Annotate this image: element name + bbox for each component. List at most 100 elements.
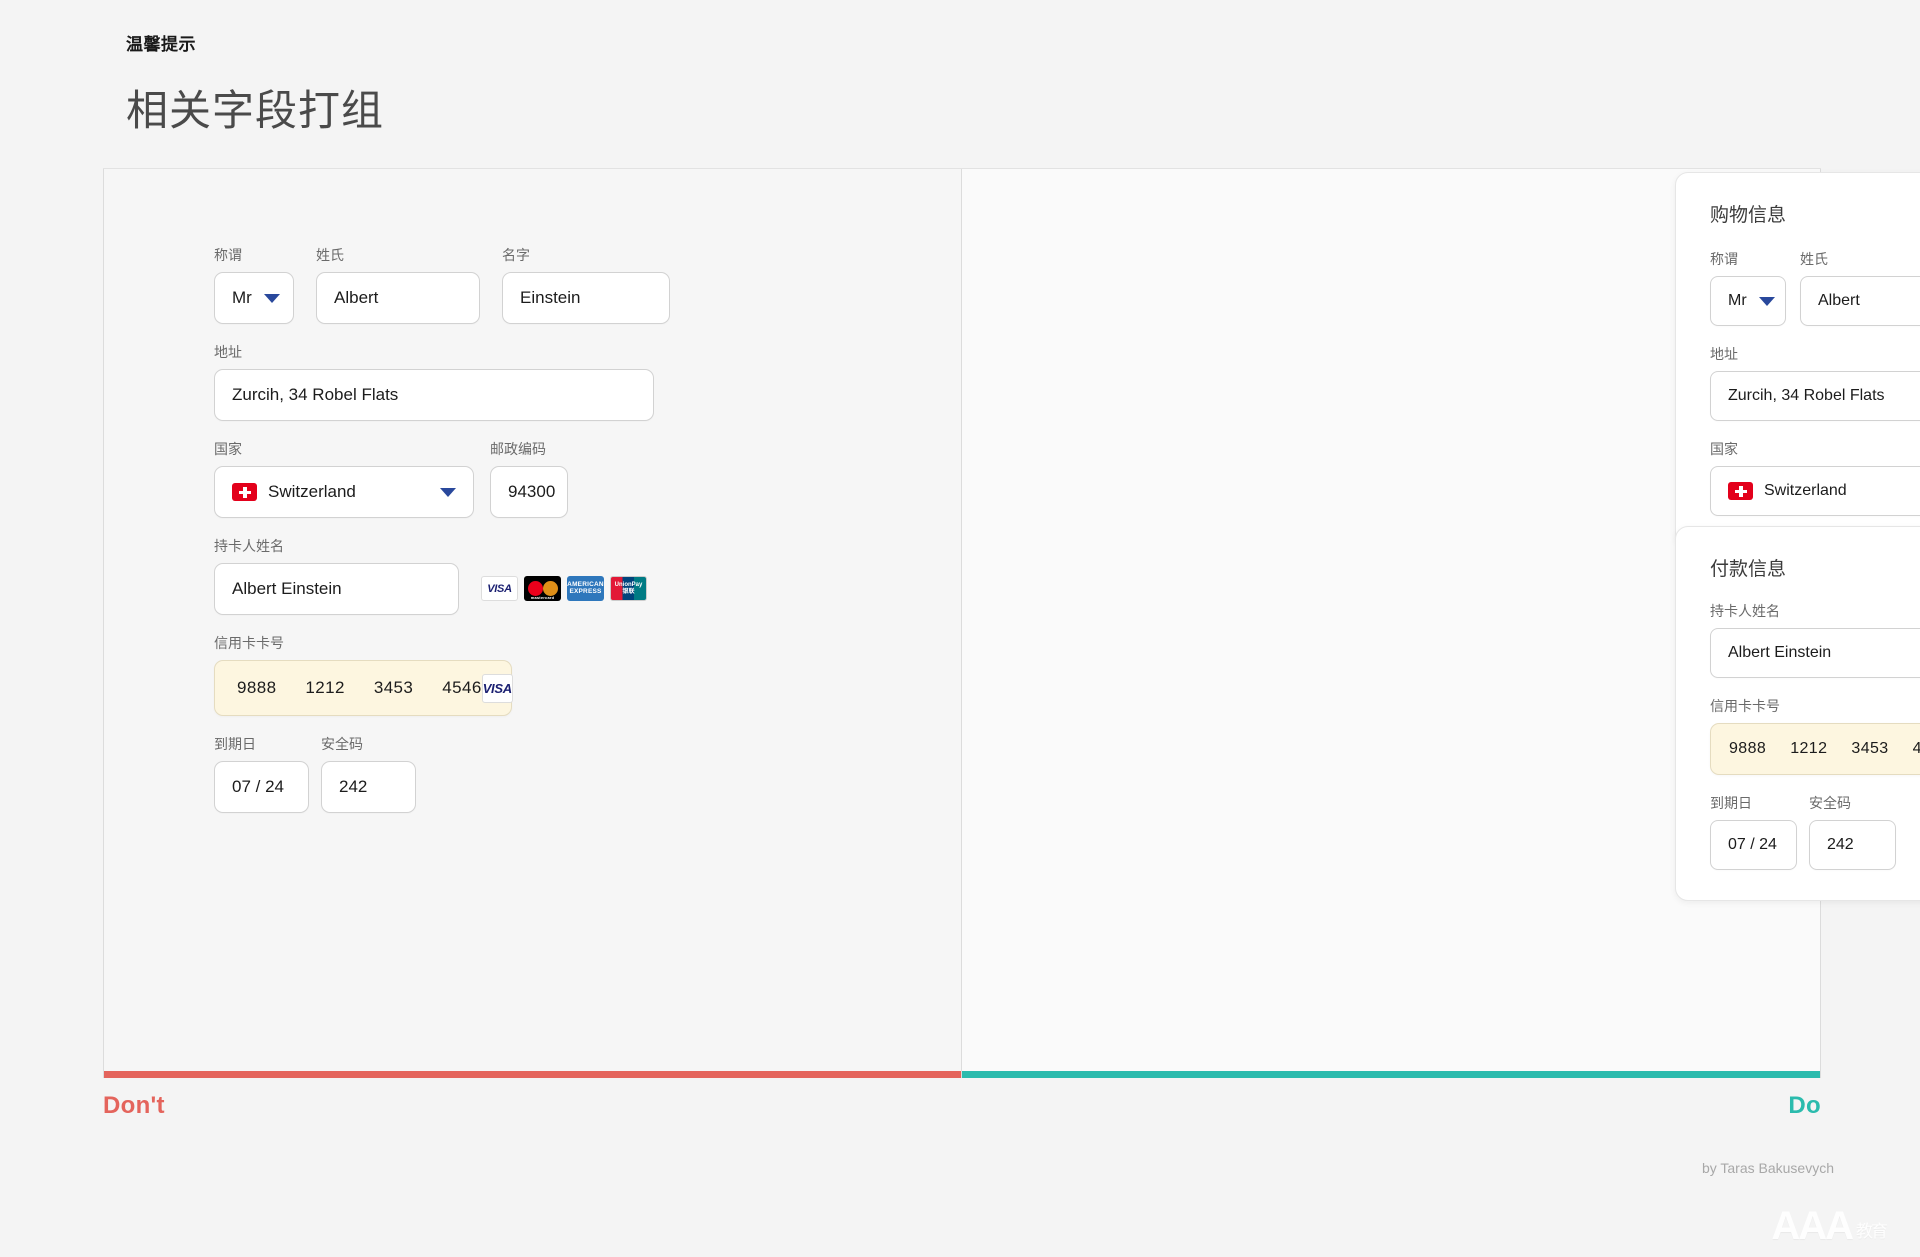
cvv-input[interactable]: 242: [1809, 820, 1896, 870]
label-expiry: 到期日: [214, 736, 256, 752]
field-address: 地址 Zurcih, 34 Robel Flats: [214, 342, 654, 421]
last-name-value: Albert: [1818, 292, 1860, 309]
comparison-board: 称谓 Mr 姓氏 Albert 名字 Einstein 地址 Zurcih, 3…: [103, 168, 1920, 1078]
field-title: 称谓 Mr: [214, 245, 294, 324]
address-input[interactable]: Zurcih, 34 Robel Flats: [214, 369, 654, 421]
card-number-group: 9888: [1729, 740, 1767, 757]
address-value: Zurcih, 34 Robel Flats: [1728, 387, 1885, 404]
first-name-value: Einstein: [520, 288, 581, 307]
label-title: 称谓: [1710, 251, 1738, 267]
field-title: 称谓 Mr: [1710, 249, 1786, 326]
expiry-input[interactable]: 07 / 24: [1710, 820, 1797, 870]
cvv-input[interactable]: 242: [321, 761, 416, 813]
do-panel: 购物信息 称谓 Mr 姓氏 Albert 地址 Zurcih, 34 Robel…: [962, 169, 1920, 1078]
last-name-value: Albert: [334, 288, 379, 307]
payment-info-title: 付款信息: [1710, 559, 1787, 580]
cardholder-value: Albert Einstein: [232, 579, 342, 598]
expiry-row: 到期日 07 / 24 安全码 242: [1710, 793, 1920, 870]
cardholder-value: Albert Einstein: [1728, 644, 1832, 661]
postal-code-input[interactable]: 94300: [490, 466, 568, 518]
field-last-name: 姓氏 Albert: [316, 245, 480, 324]
field-first-name: 名字 Einstein: [502, 245, 670, 324]
country-select[interactable]: Switzerland: [214, 466, 474, 518]
label-address: 地址: [1710, 346, 1738, 362]
card-number-group: 3453: [1851, 740, 1889, 757]
field-cvv: 安全码 242: [321, 734, 416, 813]
visa-icon: VISA: [481, 673, 513, 703]
cvv-value: 242: [339, 777, 368, 796]
label-card-number: 信用卡卡号: [1710, 698, 1780, 714]
country-value: Switzerland: [1764, 482, 1847, 499]
cardholder-input[interactable]: Albert Einstein: [214, 563, 459, 615]
field-expiry: 到期日 07 / 24: [1710, 793, 1797, 870]
field-country: 国家 Switzerland: [214, 439, 474, 518]
amex-icon: AMERICAN EXPRESS: [567, 576, 604, 601]
card-number-input[interactable]: 9888 1212 3453 4546 VISA: [214, 660, 513, 716]
expiry-input[interactable]: 07 / 24: [214, 761, 309, 813]
page-title: 相关字段打组: [126, 87, 385, 134]
chevron-down-icon: [1758, 296, 1775, 306]
address-input[interactable]: Zurcih, 34 Robel Flats: [1710, 371, 1920, 421]
title-select[interactable]: Mr: [1710, 276, 1786, 326]
label-country: 国家: [214, 441, 242, 457]
title-select[interactable]: Mr: [214, 272, 294, 324]
field-cardholder: 持卡人姓名 Albert Einstein: [214, 536, 459, 615]
switzerland-flag-icon: [1728, 482, 1753, 500]
chevron-down-icon: [263, 293, 280, 303]
label-cardholder: 持卡人姓名: [214, 538, 284, 554]
country-value: Switzerland: [268, 482, 356, 501]
postal-code-value: 94300: [508, 482, 556, 501]
card-number-groups: 9888 1212 3453 4546: [237, 678, 482, 698]
card-number-group: 1212: [305, 678, 345, 697]
page-header: 温馨提示 相关字段打组: [126, 30, 384, 138]
label-postal-code: 邮政编码: [490, 441, 546, 457]
country-select[interactable]: Switzerland: [1710, 466, 1920, 516]
title-value: Mr: [232, 288, 252, 307]
dont-form: 称谓 Mr 姓氏 Albert 名字 Einstein 地址 Zurcih, 3…: [214, 245, 774, 831]
address-value: Zurcih, 34 Robel Flats: [232, 385, 399, 404]
field-card-number: 信用卡卡号 9888 1212 3453 4546 VISA: [214, 633, 513, 716]
label-address: 地址: [214, 344, 242, 360]
field-card-number: 信用卡卡号 9888 1212 3453 4546 VISA: [1710, 696, 1920, 775]
label-card-number: 信用卡卡号: [214, 635, 284, 651]
label-last-name: 姓氏: [1800, 251, 1828, 267]
shopping-info-card: 购物信息 称谓 Mr 姓氏 Albert 地址 Zurcih, 34 Robel…: [1675, 172, 1920, 547]
dont-panel: 称谓 Mr 姓氏 Albert 名字 Einstein 地址 Zurcih, 3…: [103, 169, 962, 1078]
page-kicker: 温馨提示: [126, 35, 196, 54]
cardholder-row: 持卡人姓名 Albert Einstein VISA mastercard AM…: [214, 536, 774, 615]
last-name-input[interactable]: Albert: [1800, 276, 1920, 326]
unionpay-line2: 银联: [622, 588, 635, 595]
switzerland-flag-icon: [232, 483, 257, 501]
label-cvv: 安全码: [1809, 795, 1851, 811]
accepted-cards: VISA mastercard AMERICAN EXPRESS UnionPa…: [481, 536, 647, 615]
unionpay-line1: UnionPay: [614, 581, 643, 588]
watermark-text: AAA: [1771, 1204, 1854, 1248]
card-number-group: 4546: [1912, 740, 1920, 757]
first-name-input[interactable]: Einstein: [502, 272, 670, 324]
label-first-name: 名字: [502, 247, 530, 263]
do-rule: [962, 1071, 1820, 1078]
field-postal-code: 邮政编码 94300: [490, 439, 568, 518]
field-cardholder: 持卡人姓名 Albert Einstein: [1710, 601, 1920, 678]
card-number-groups: 9888 1212 3453 4546: [1729, 740, 1920, 758]
field-expiry: 到期日 07 / 24: [214, 734, 309, 813]
last-name-input[interactable]: Albert: [316, 272, 480, 324]
field-address: 地址 Zurcih, 34 Robel Flats: [1710, 344, 1920, 421]
expiry-value: 07 / 24: [1728, 836, 1777, 853]
card-number-input[interactable]: 9888 1212 3453 4546 VISA: [1710, 723, 1920, 775]
field-country: 国家 Switzerland: [1710, 439, 1920, 516]
expiry-row: 到期日 07 / 24 安全码 242: [214, 734, 774, 813]
mastercard-icon: mastercard: [524, 576, 561, 601]
amex-line2: EXPRESS: [569, 587, 602, 595]
label-last-name: 姓氏: [316, 247, 344, 263]
label-title: 称谓: [214, 247, 242, 263]
cardholder-input[interactable]: Albert Einstein: [1710, 628, 1920, 678]
cvv-value: 242: [1827, 836, 1854, 853]
label-cardholder: 持卡人姓名: [1710, 603, 1780, 619]
country-row: 国家 Switzerland 邮政编码 94300: [1710, 439, 1920, 516]
name-row: 称谓 Mr 姓氏 Albert 名字 Einstein: [214, 245, 774, 324]
name-row: 称谓 Mr 姓氏 Albert: [1710, 249, 1920, 326]
label-expiry: 到期日: [1710, 795, 1752, 811]
card-number-group: 9888: [237, 678, 277, 697]
title-value: Mr: [1728, 292, 1747, 309]
